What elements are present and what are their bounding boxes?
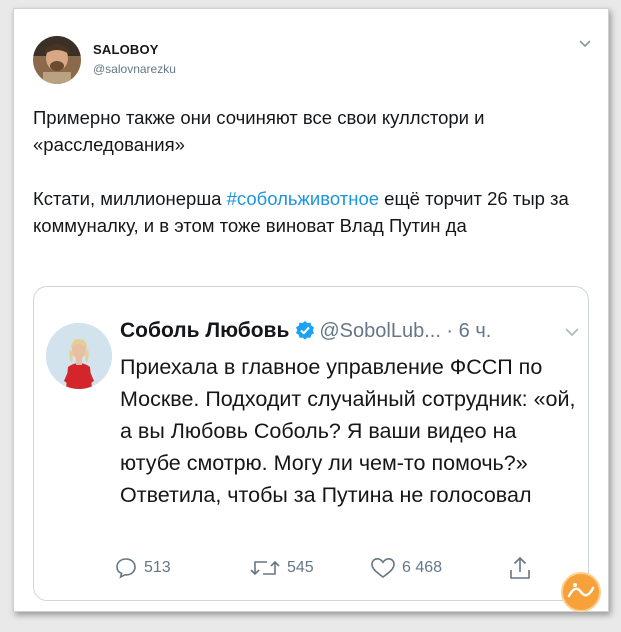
like-button[interactable]: 6 468 [370, 553, 442, 583]
author-name[interactable]: SALOBOY [93, 42, 159, 57]
share-button[interactable] [508, 553, 538, 583]
tweet-paragraph: Кстати, миллионерша #собольживотное ещё … [33, 185, 593, 239]
reply-count: 513 [144, 559, 171, 576]
share-icon [510, 556, 530, 579]
quoted-text: Приехала в главное управление ФССП по Мо… [120, 355, 576, 507]
quoted-author-avatar[interactable] [46, 323, 112, 389]
verified-badge-icon [296, 321, 315, 340]
tweet-text-segment: Кстати, миллионерша [33, 188, 227, 209]
like-count: 6 468 [402, 559, 443, 576]
tweet-text: Примерно также они сочиняют все свои кул… [33, 104, 593, 239]
quoted-author-name[interactable]: Соболь Любовь [120, 319, 289, 342]
action-bar: 513 545 6 468 [114, 553, 534, 583]
retweet-count: 545 [287, 559, 314, 576]
quoted-tweet[interactable]: Соболь Любовь @SobolLub... · 6 ч. Приеха… [33, 286, 589, 601]
retweet-button[interactable]: 545 [249, 553, 314, 583]
comment-icon [116, 558, 136, 579]
quoted-header: Соболь Любовь @SobolLub... · 6 ч. [120, 319, 580, 349]
heart-icon [371, 557, 395, 578]
author-handle[interactable]: @salovnarezku [93, 62, 176, 76]
reply-button[interactable]: 513 [114, 553, 171, 583]
author-avatar[interactable] [33, 36, 81, 84]
hashtag-link[interactable]: #собольживотное [227, 188, 379, 209]
chevron-down-icon[interactable] [564, 327, 580, 339]
watermark-logo [559, 570, 603, 614]
quoted-handle-time[interactable]: @SobolLub... · 6 ч. [319, 320, 491, 342]
tweet-card: SALOBOY @salovnarezku Примерно также они… [13, 8, 609, 612]
tweet-paragraph: Примерно также они сочиняют все свои кул… [33, 107, 485, 155]
chevron-down-icon[interactable] [578, 39, 592, 49]
retweet-icon [250, 560, 280, 576]
